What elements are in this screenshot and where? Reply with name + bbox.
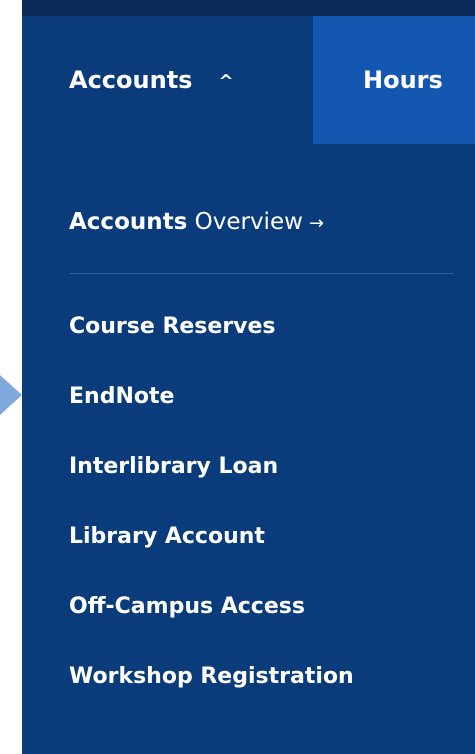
nav-accounts-label: Accounts <box>69 66 193 94</box>
overview-bold-label: Accounts <box>69 209 188 235</box>
menu-item-workshop-registration[interactable]: Workshop Registration <box>69 659 354 729</box>
menu-divider <box>69 273 453 274</box>
chevron-up-icon: ^ <box>218 70 234 92</box>
navigation-dropdown-panel: Accounts ^ Hours Accounts Overview → Cour… <box>22 16 475 754</box>
menu-item-library-account[interactable]: Library Account <box>69 519 354 589</box>
menu-item-course-reserves[interactable]: Course Reserves <box>69 309 354 379</box>
accounts-overview-link[interactable]: Accounts Overview → <box>69 206 324 240</box>
menu-item-label: Interlibrary Loan <box>69 454 279 479</box>
nav-hours-label: Hours <box>363 66 443 94</box>
menu-item-label: EndNote <box>69 384 175 409</box>
menu-item-label: Off-Campus Access <box>69 594 305 619</box>
menu-item-label: Course Reserves <box>69 314 276 339</box>
nav-accounts-toggle[interactable]: Accounts ^ <box>22 16 313 144</box>
overview-rest-label: Overview <box>187 209 303 235</box>
menu-item-label: Workshop Registration <box>69 664 354 689</box>
menu-item-interlibrary-loan[interactable]: Interlibrary Loan <box>69 449 354 519</box>
nav-hours-tab[interactable]: Hours <box>313 16 475 144</box>
arrow-right-icon: → <box>308 213 325 234</box>
menu-item-label: Library Account <box>69 524 265 549</box>
top-strip <box>22 0 475 16</box>
menu-item-off-campus-access[interactable]: Off-Campus Access <box>69 589 354 659</box>
accounts-submenu: Course Reserves EndNote Interlibrary Loa… <box>69 309 354 729</box>
menu-item-endnote[interactable]: EndNote <box>69 379 354 449</box>
pointer-arrow-icon <box>0 375 22 415</box>
